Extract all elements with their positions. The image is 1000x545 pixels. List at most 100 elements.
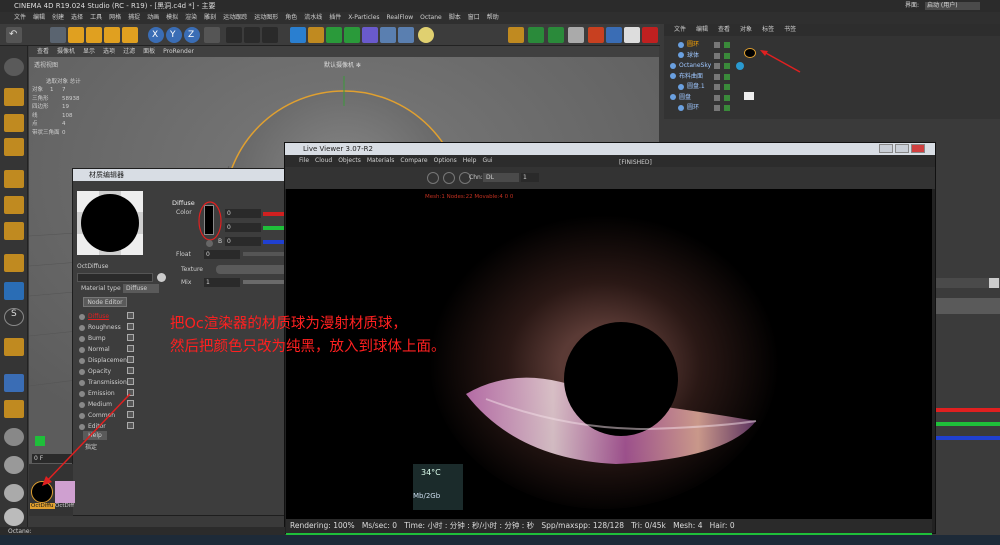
paint-icon[interactable] [4, 400, 24, 418]
channel-row-normal[interactable]: Normal [79, 344, 159, 355]
main-menu-item[interactable]: 运动图形 [254, 14, 278, 21]
channel-checkbox[interactable] [127, 323, 134, 330]
deformer-icon[interactable] [362, 27, 378, 43]
light-icon[interactable] [418, 27, 434, 43]
viewport-menu-item[interactable]: 显示 [83, 48, 95, 55]
material-tag-icon[interactable] [744, 48, 756, 58]
material-preview[interactable] [77, 191, 143, 255]
object-mode-icon[interactable] [4, 88, 24, 106]
attribute-scroll-button[interactable] [989, 278, 999, 288]
object-row[interactable]: OctaneSky [670, 61, 730, 71]
viewport-menu-item[interactable]: ProRender [163, 48, 194, 55]
main-menu-item[interactable]: 捕捉 [128, 14, 140, 21]
layout-select[interactable]: 启动 (用户) [925, 2, 980, 10]
tweak-mode-icon[interactable] [4, 282, 24, 300]
channel-checkbox[interactable] [127, 367, 134, 374]
material-name-field[interactable] [77, 273, 153, 282]
main-menu-item[interactable]: 渲染 [185, 14, 197, 21]
main-menu-item[interactable]: 模拟 [166, 14, 178, 21]
enable-checkmark[interactable] [724, 52, 730, 59]
rotate-tool-button[interactable] [104, 27, 120, 43]
channel-row-roughness[interactable]: Roughness [79, 322, 159, 333]
visibility-toggle[interactable] [714, 94, 720, 101]
octane-sky-icon[interactable] [548, 27, 564, 43]
render-view-button[interactable] [226, 27, 242, 43]
live-viewer-menu-item[interactable]: Compare [400, 157, 427, 164]
channel-checkbox[interactable] [127, 356, 134, 363]
object-row[interactable]: 圆盘 [670, 93, 730, 103]
main-menu-item[interactable]: 流水线 [304, 14, 322, 21]
cube-icon[interactable] [290, 27, 306, 43]
attribute-field[interactable] [935, 298, 1000, 314]
x-axis-button[interactable]: X [148, 27, 164, 43]
material-type-select[interactable]: Diffuse [123, 284, 159, 293]
octane-material-icon[interactable] [606, 27, 622, 43]
visibility-toggle[interactable] [714, 84, 720, 90]
red-value[interactable]: 0 [225, 209, 261, 218]
viewport-menu-item[interactable]: 选项 [103, 48, 115, 55]
material-sphere-icon-4[interactable] [4, 508, 24, 526]
transform-tool-button[interactable] [122, 27, 138, 43]
live-viewer-menu-item[interactable]: Help [463, 157, 477, 164]
material-sphere-icon-2[interactable] [4, 456, 24, 474]
object-row[interactable]: 圆环 [678, 103, 730, 113]
green-value[interactable]: 0 [225, 223, 261, 232]
channel-checkbox[interactable] [127, 334, 134, 341]
texture-mode-icon[interactable] [4, 114, 24, 132]
material-name[interactable]: OctDiffuse [77, 263, 108, 270]
pen-icon[interactable] [308, 27, 324, 43]
enable-checkmark[interactable] [724, 42, 730, 48]
object-menu-item[interactable]: 标签 [762, 26, 774, 33]
main-menu-item[interactable]: 编辑 [33, 14, 45, 21]
visibility-toggle[interactable] [714, 52, 720, 59]
channel-row-opacity[interactable]: Opacity [79, 366, 159, 377]
visibility-toggle[interactable] [714, 105, 720, 111]
main-menu-item[interactable]: 角色 [285, 14, 297, 21]
coordinate-system-button[interactable] [204, 27, 220, 43]
array-icon[interactable] [344, 27, 360, 43]
axis-mode-icon[interactable] [4, 254, 24, 272]
move-tool-button[interactable] [68, 27, 84, 43]
lv-maximize-button[interactable] [895, 144, 909, 153]
viewport-menu-item[interactable]: 摄像机 [57, 48, 75, 55]
object-menu-item[interactable]: 查看 [718, 26, 730, 33]
object-row[interactable]: 圆环 [678, 40, 730, 50]
main-menu-item[interactable]: 网格 [109, 14, 121, 21]
material-slot-label-2[interactable]: OctDiff [55, 503, 74, 509]
channel-checkbox[interactable] [127, 345, 134, 352]
enable-checkmark[interactable] [724, 94, 730, 101]
channel-row-diffuse[interactable]: Diffuse [79, 311, 159, 322]
main-menu-item[interactable]: 插件 [329, 14, 341, 21]
enable-checkmark[interactable] [724, 105, 730, 111]
picker-icon[interactable] [157, 273, 166, 282]
blue-value[interactable]: 0 [225, 237, 261, 246]
material-sphere-icon-3[interactable] [4, 484, 24, 502]
live-viewer-menu-item[interactable]: Options [434, 157, 457, 164]
subdivision-icon[interactable] [326, 27, 342, 43]
channel-number[interactable]: 1 [521, 173, 539, 182]
scale-tool-button[interactable] [86, 27, 102, 43]
color-mode-icon[interactable] [206, 240, 213, 247]
channel-row-displacement[interactable]: Displacement [79, 355, 159, 366]
octane-tool-icon[interactable] [528, 27, 544, 43]
snap-icon[interactable]: S [4, 308, 24, 326]
main-menu-item[interactable]: 选择 [71, 14, 83, 21]
y-axis-button[interactable]: Y [166, 27, 182, 43]
object-menu-item[interactable]: 书签 [784, 26, 796, 33]
float-value[interactable]: 0 [204, 250, 240, 259]
cloth-tag-icon[interactable] [744, 92, 754, 100]
sky-tag-icon[interactable] [736, 62, 744, 70]
channel-checkbox[interactable] [127, 378, 134, 385]
visibility-toggle[interactable] [714, 63, 720, 69]
floor-icon[interactable] [380, 27, 396, 43]
visibility-toggle[interactable] [714, 73, 720, 80]
red-slider[interactable] [935, 408, 1000, 412]
octane-record-icon[interactable] [642, 27, 658, 43]
main-menu-item[interactable]: 雕刻 [204, 14, 216, 21]
viewport-camera[interactable]: 默认摄像机 ✻ [324, 60, 361, 69]
object-menu-item[interactable]: 文件 [674, 26, 686, 33]
channel-checkbox[interactable] [127, 312, 134, 319]
main-menu-item[interactable]: 动画 [147, 14, 159, 21]
pin-icon-2[interactable] [443, 172, 455, 184]
undo-button[interactable]: ↶ [6, 27, 22, 43]
